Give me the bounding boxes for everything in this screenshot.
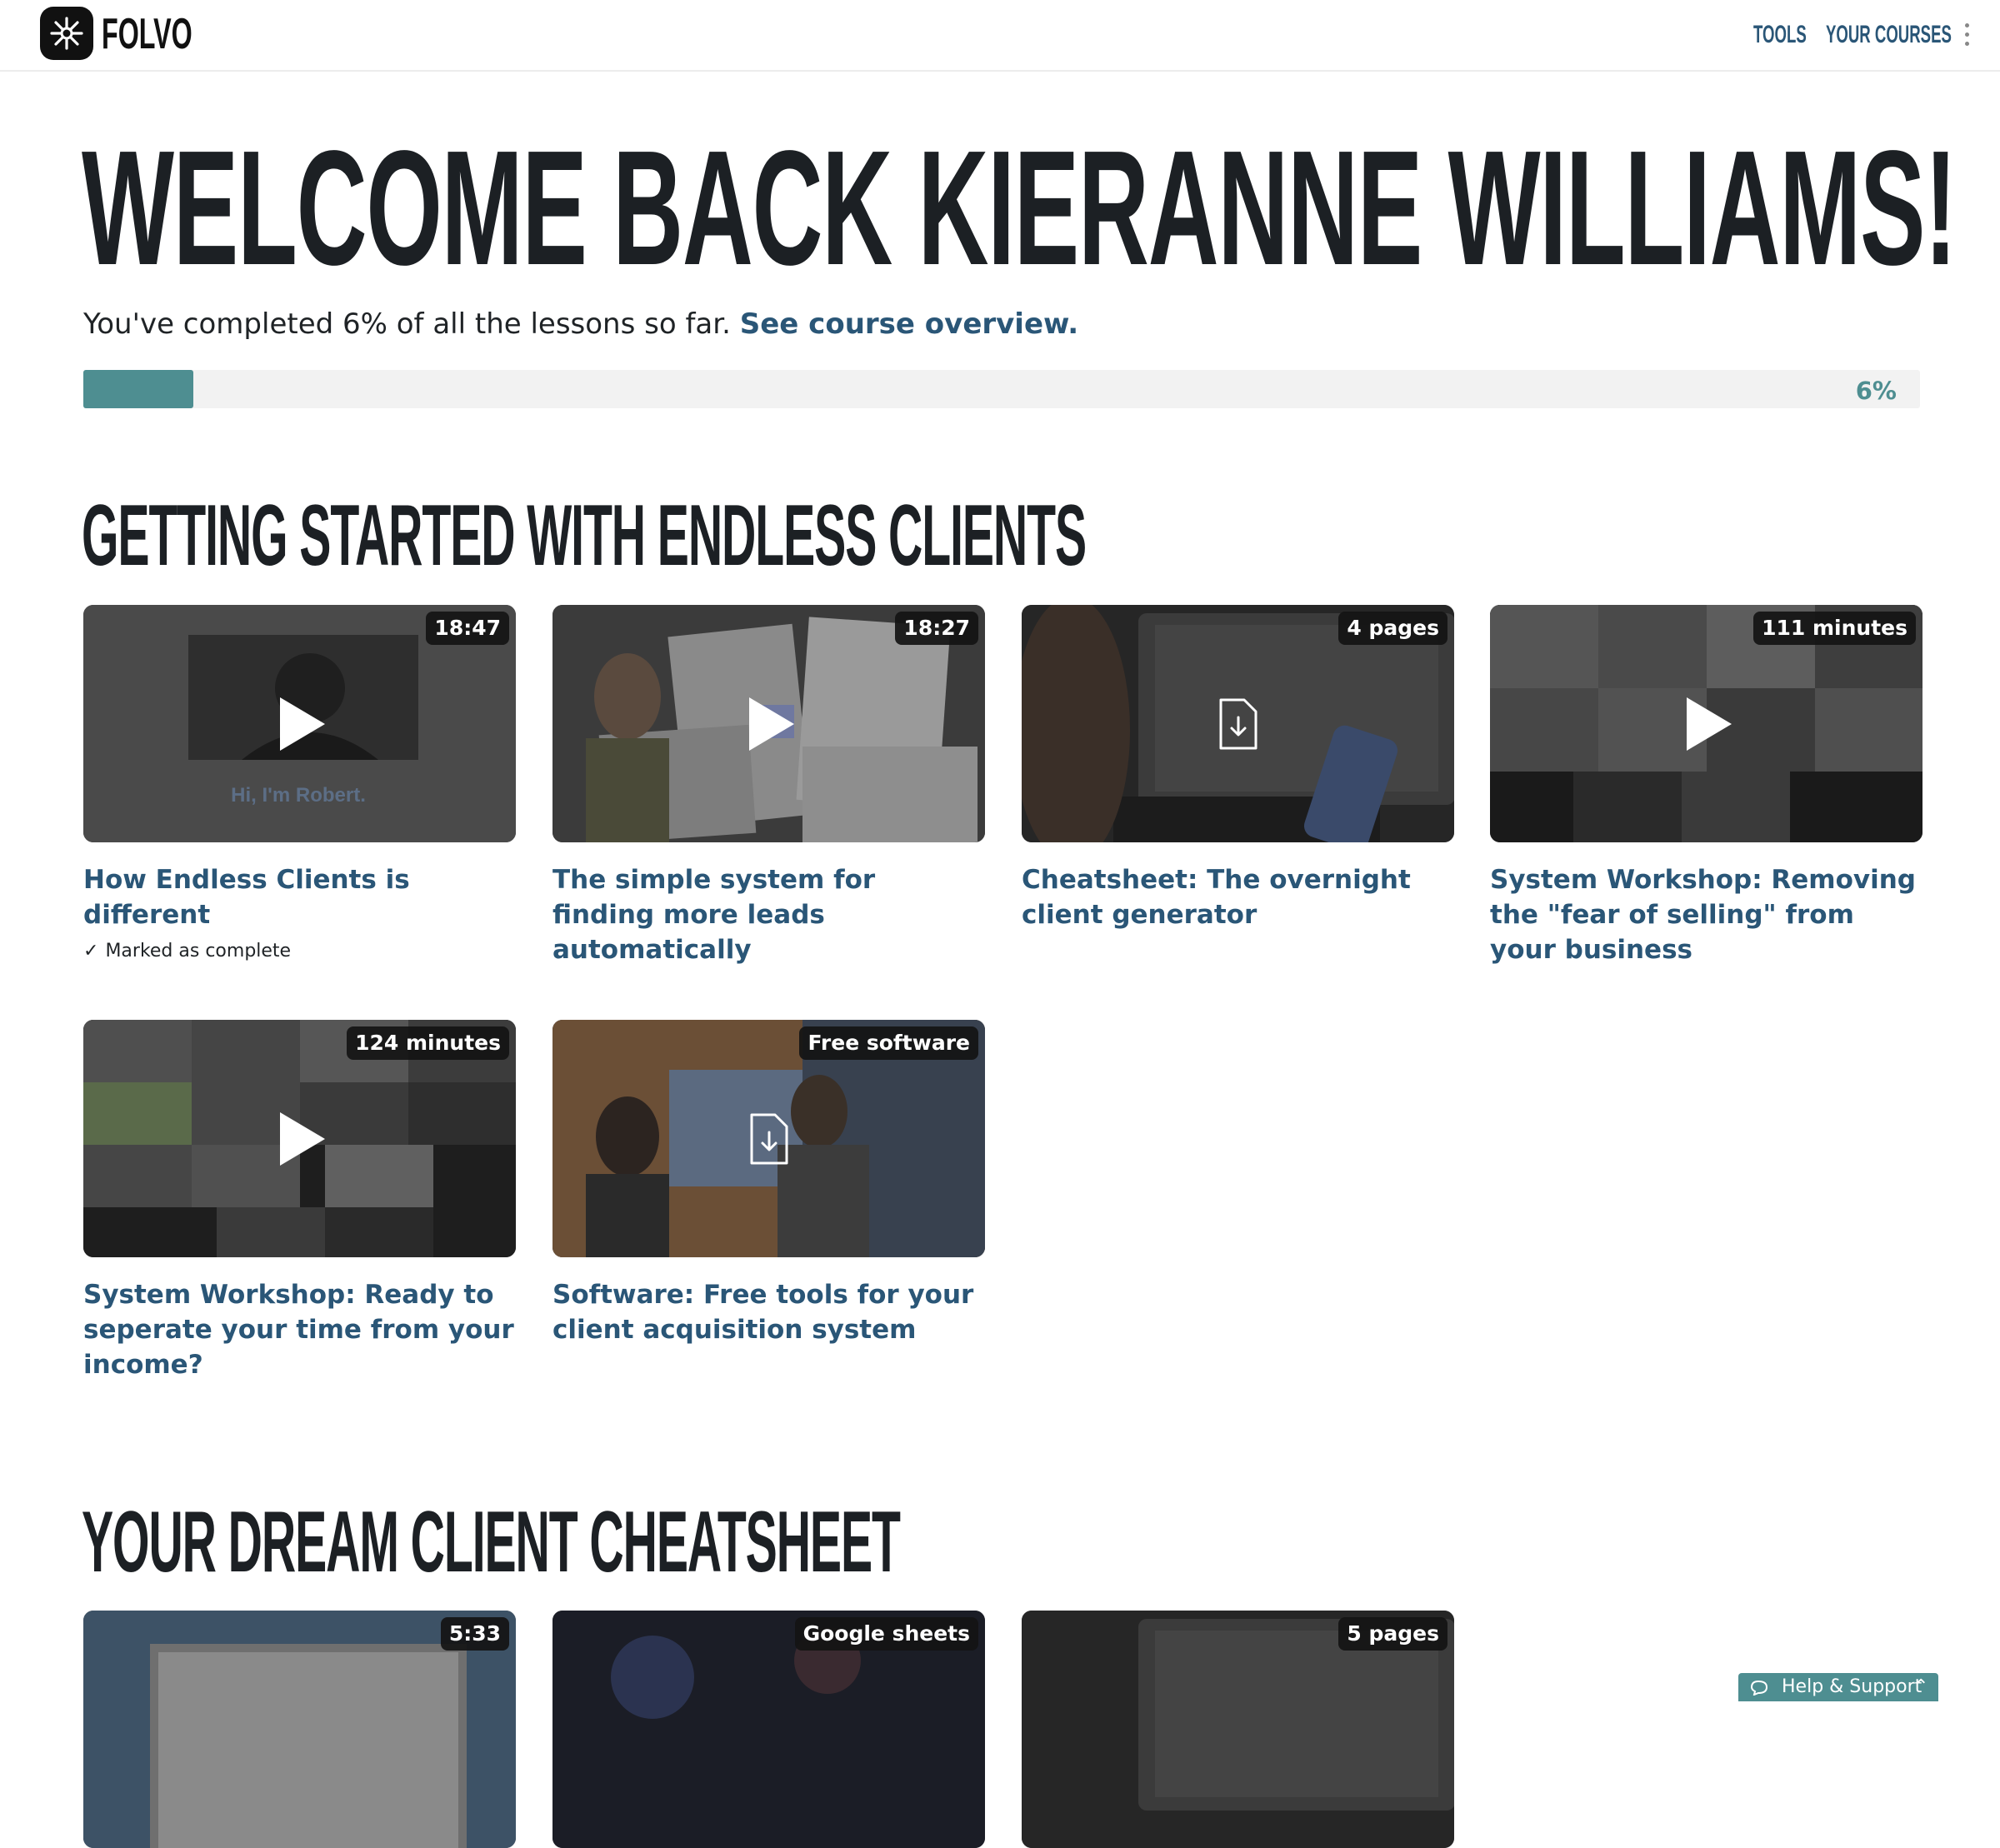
play-icon[interactable] (739, 694, 799, 754)
course-progress-percent: 6% (1855, 377, 1897, 405)
duration-badge: 111 minutes (1753, 612, 1916, 645)
nav-your-courses-link[interactable]: YOUR COURSES (1826, 18, 1952, 52)
duration-badge: 5:33 (440, 1617, 509, 1651)
length-badge: 5 pages (1338, 1617, 1448, 1651)
help-support-label: Help & Support (1782, 1676, 1922, 1697)
lesson-card[interactable]: 5:33 (83, 1611, 516, 1848)
play-icon[interactable] (1677, 694, 1737, 754)
checkmark-icon: ✓ (83, 941, 99, 961)
more-menu-icon[interactable] (1957, 20, 1977, 50)
lesson-thumbnail[interactable]: 124 minutes (83, 1020, 516, 1257)
lesson-thumbnail[interactable]: 111 minutes (1490, 605, 1922, 842)
help-support-button[interactable]: Help & Support ⌃ (1738, 1673, 1938, 1701)
play-icon[interactable] (270, 694, 330, 754)
resource-badge: Free software (799, 1026, 978, 1060)
chevron-up-icon: ⌃ (1913, 1676, 1929, 1697)
progress-summary: You've completed 6% of all the lessons s… (83, 303, 1078, 345)
download-document-icon[interactable] (1218, 697, 1259, 751)
play-icon[interactable] (270, 1109, 330, 1169)
folvo-logo-icon[interactable] (40, 7, 93, 60)
help-hand-icon (1750, 1680, 1768, 1696)
lesson-card[interactable]: 124 minutes System Workshop: Ready to se… (83, 1020, 516, 1382)
lesson-card[interactable]: Google sheets (552, 1611, 985, 1848)
duration-badge: 18:27 (895, 612, 978, 645)
lesson-card[interactable]: Free software Software: Free tools for y… (552, 1020, 985, 1347)
thumb-caption: Hi, I'm Robert. (231, 784, 366, 807)
lesson-thumbnail[interactable]: Free software (552, 1020, 985, 1257)
lesson-title[interactable]: The simple system for finding more leads… (552, 862, 985, 967)
course-progress-fill (83, 370, 194, 408)
section-title-getting-started: GETTING STARTED WITH ENDLESS CLIENTS (82, 487, 1087, 584)
lesson-thumbnail[interactable]: 5 pages (1022, 1611, 1454, 1848)
nav-tools-link[interactable]: TOOLS (1753, 18, 1807, 52)
section-title-dream-client: YOUR DREAM CLIENT CHEATSHEET (82, 1494, 901, 1591)
lesson-thumbnail[interactable]: 4 pages (1022, 605, 1454, 842)
lesson-title[interactable]: Software: Free tools for your client acq… (552, 1277, 985, 1347)
completion-label: Marked as complete (105, 941, 292, 961)
lesson-thumbnail[interactable]: 5:33 (83, 1611, 516, 1848)
lesson-title[interactable]: System Workshop: Removing the "fear of s… (1490, 862, 1922, 967)
progress-summary-text: You've completed 6% of all the lessons s… (83, 307, 731, 341)
lesson-card[interactable]: 4 pages Cheatsheet: The overnight client… (1022, 605, 1454, 932)
welcome-heading: WELCOME BACK KIERANNE WILLIAMS! (82, 117, 1957, 299)
completion-status: ✓ Marked as complete (83, 941, 516, 961)
logo-wordmark[interactable]: FOLVO (102, 5, 192, 63)
lesson-thumbnail[interactable]: Hi, I'm Robert. 18:47 (83, 605, 516, 842)
lesson-card[interactable]: 18:27 The simple system for finding more… (552, 605, 985, 967)
duration-badge: 18:47 (426, 612, 509, 645)
download-document-icon[interactable] (748, 1112, 790, 1166)
lesson-card[interactable]: Hi, I'm Robert. 18:47 How Endless Client… (83, 605, 516, 961)
lesson-card[interactable]: 111 minutes System Workshop: Removing th… (1490, 605, 1922, 967)
top-nav-bar: FOLVO TOOLS YOUR COURSES (0, 0, 2000, 72)
lesson-title[interactable]: How Endless Clients is different (83, 862, 516, 932)
length-badge: 4 pages (1338, 612, 1448, 645)
lesson-title[interactable]: Cheatsheet: The overnight client generat… (1022, 862, 1454, 932)
lesson-card[interactable]: 5 pages (1022, 1611, 1454, 1848)
lesson-thumbnail[interactable]: 18:27 (552, 605, 985, 842)
course-overview-link[interactable]: See course overview. (740, 307, 1078, 341)
resource-badge: Google sheets (794, 1617, 978, 1651)
duration-badge: 124 minutes (347, 1026, 509, 1060)
course-progress-bar: 6% (83, 370, 1920, 408)
lesson-title[interactable]: System Workshop: Ready to seperate your … (83, 1277, 516, 1382)
lesson-thumbnail[interactable]: Google sheets (552, 1611, 985, 1848)
